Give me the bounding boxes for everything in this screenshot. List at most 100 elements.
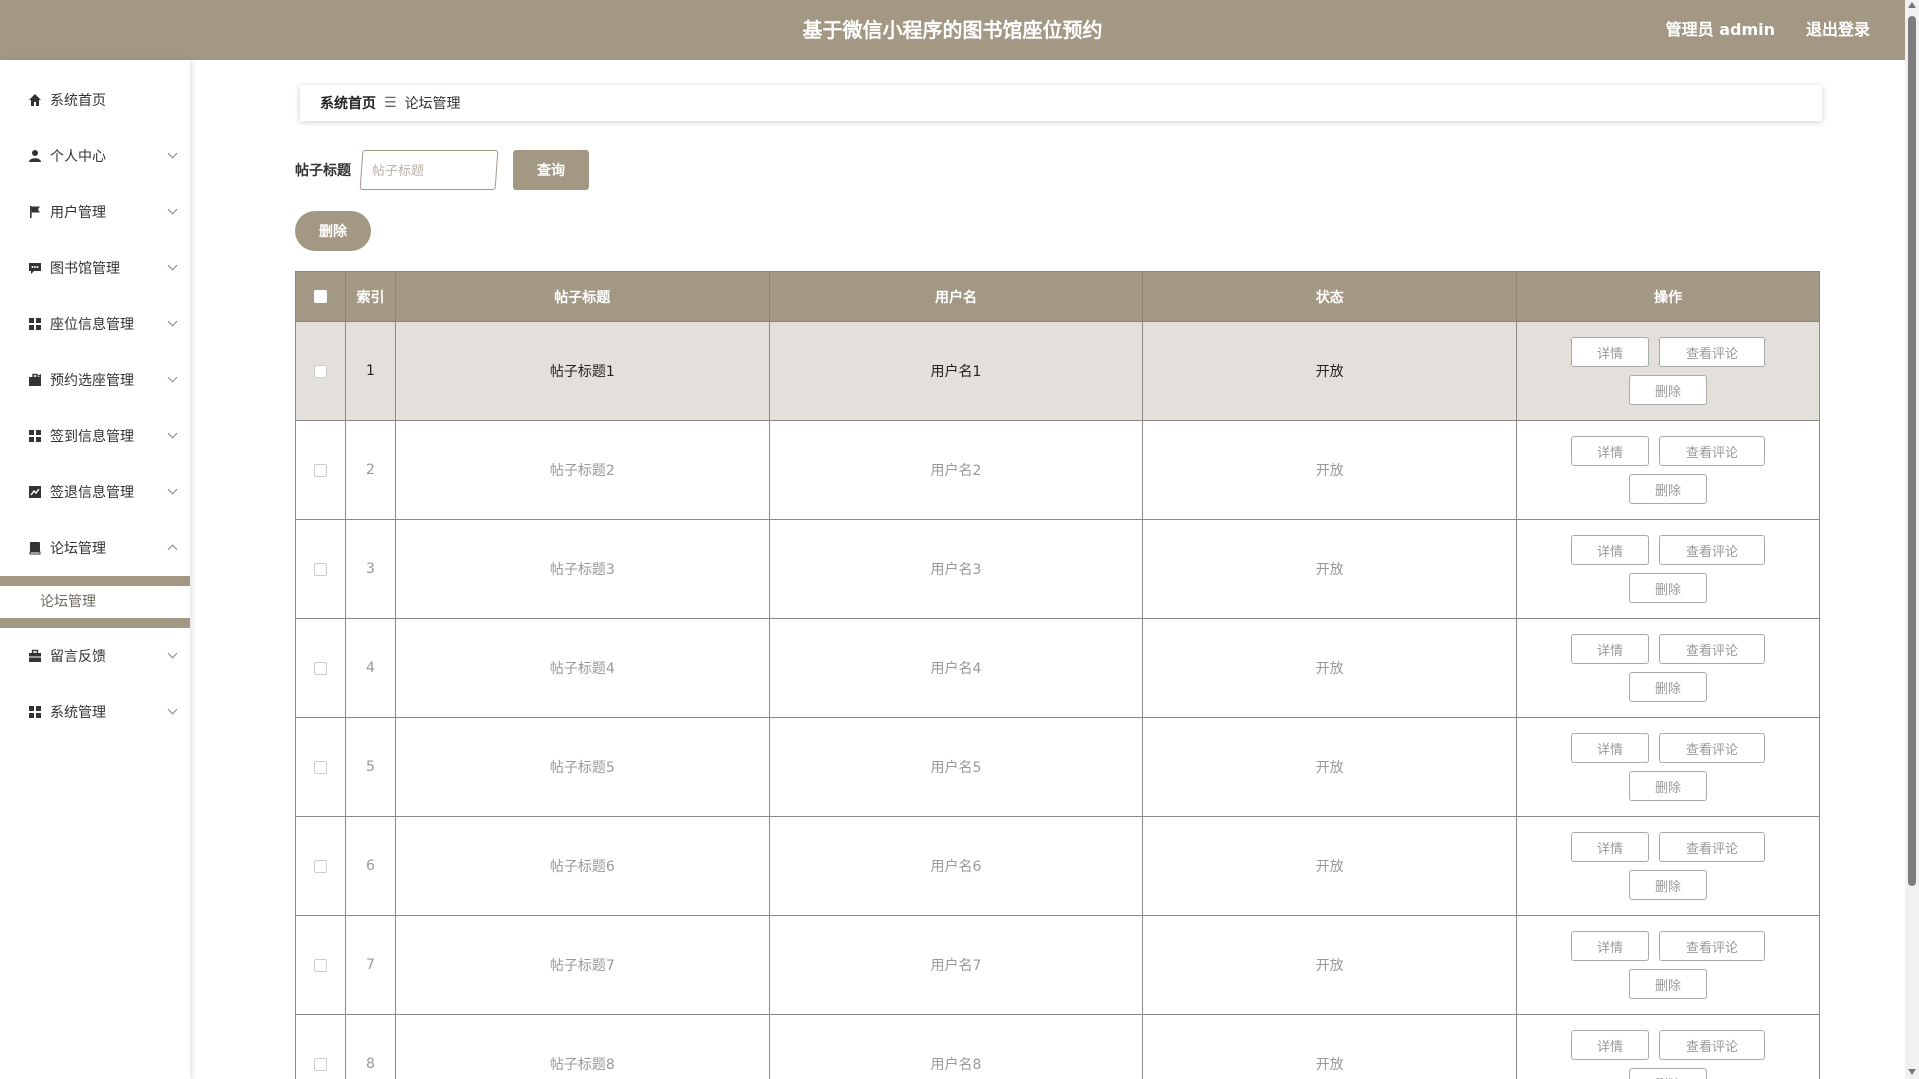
column-header-title: 帖子标题: [394, 271, 770, 322]
cell-username: 用户名3: [768, 519, 1144, 619]
row-checkbox[interactable]: [313, 364, 327, 378]
breadcrumb-home-link[interactable]: 系统首页: [320, 93, 376, 113]
detail-button[interactable]: 详情: [1571, 931, 1650, 961]
table-row[interactable]: 4 帖子标题4 用户名4 开放 详情 查看评论 删除: [295, 618, 1820, 718]
table-row[interactable]: 3 帖子标题3 用户名3 开放 详情 查看评论 删除: [295, 519, 1820, 619]
row-delete-button[interactable]: 删除: [1629, 474, 1708, 504]
row-actions-top: 详情 查看评论: [1571, 733, 1766, 763]
sidebar-item-label: 系统管理: [50, 705, 106, 721]
cell-index: 8: [344, 1014, 396, 1079]
row-select-cell: [295, 420, 346, 520]
row-checkbox[interactable]: [313, 1057, 327, 1071]
detail-button[interactable]: 详情: [1571, 832, 1650, 862]
cell-username: 用户名5: [768, 717, 1144, 817]
sidebar-item-forum[interactable]: 论坛管理: [0, 520, 190, 576]
row-checkbox[interactable]: [313, 760, 327, 774]
table-row[interactable]: 6 帖子标题6 用户名6 开放 详情 查看评论 删除: [295, 816, 1820, 916]
table-row[interactable]: 1 帖子标题1 用户名1 开放 详情 查看评论 删除: [295, 321, 1820, 421]
breadcrumb-current: 论坛管理: [404, 96, 461, 112]
detail-button[interactable]: 详情: [1571, 634, 1650, 664]
select-all-checkbox[interactable]: [313, 290, 327, 303]
row-delete-button[interactable]: 删除: [1629, 375, 1708, 405]
chevron-down-icon: [167, 428, 178, 439]
view-comments-button[interactable]: 查看评论: [1659, 337, 1766, 367]
table-row[interactable]: 2 帖子标题2 用户名2 开放 详情 查看评论 删除: [295, 420, 1820, 520]
detail-button[interactable]: 详情: [1571, 436, 1650, 466]
row-delete-button[interactable]: 删除: [1629, 672, 1708, 702]
cell-title: 帖子标题6: [394, 816, 770, 916]
detail-button[interactable]: 详情: [1571, 535, 1650, 565]
sidebar-item-seat-info[interactable]: 座位信息管理: [0, 296, 190, 352]
detail-button[interactable]: 详情: [1571, 733, 1650, 763]
column-header-index: 索引: [344, 271, 396, 322]
row-checkbox[interactable]: [313, 661, 327, 675]
sidebar-item-home[interactable]: 系统首页: [0, 72, 190, 128]
page-scrollbar[interactable]: [1905, 0, 1919, 1079]
flag-icon: [28, 205, 42, 219]
row-select-cell: [295, 816, 346, 916]
cell-username: 用户名7: [768, 915, 1144, 1015]
row-checkbox[interactable]: [313, 958, 327, 972]
row-delete-button[interactable]: 删除: [1629, 573, 1708, 603]
row-checkbox[interactable]: [313, 859, 327, 873]
detail-button[interactable]: 详情: [1571, 1030, 1650, 1060]
table-row[interactable]: 5 帖子标题5 用户名5 开放 详情 查看评论 删除: [295, 717, 1820, 817]
row-select-cell: [295, 1014, 346, 1079]
scrollbar-thumb[interactable]: [1908, 16, 1916, 886]
sidebar-item-system-management[interactable]: 系统管理: [0, 684, 190, 740]
breadcrumb: 系统首页 ☰ 论坛管理: [300, 85, 1822, 121]
chevron-down-icon: [167, 316, 178, 327]
cell-title: 帖子标题3: [394, 519, 770, 619]
search-label: 帖子标题: [295, 163, 351, 179]
view-comments-button[interactable]: 查看评论: [1659, 832, 1766, 862]
view-comments-button[interactable]: 查看评论: [1659, 733, 1766, 763]
submenu-item-forum-management[interactable]: 论坛管理: [0, 586, 190, 618]
view-comments-button[interactable]: 查看评论: [1659, 535, 1766, 565]
briefcase-icon: [28, 649, 42, 663]
column-header-status: 状态: [1142, 271, 1518, 322]
view-comments-button[interactable]: 查看评论: [1659, 634, 1766, 664]
row-select-cell: [295, 618, 346, 718]
view-comments-button[interactable]: 查看评论: [1659, 931, 1766, 961]
cell-title: 帖子标题4: [394, 618, 770, 718]
row-delete-button[interactable]: 删除: [1629, 1068, 1708, 1079]
grid-icon: [28, 705, 42, 719]
row-actions-top: 详情 查看评论: [1571, 337, 1766, 367]
query-button[interactable]: 查询: [513, 150, 589, 190]
table-row[interactable]: 7 帖子标题7 用户名7 开放 详情 查看评论 删除: [295, 915, 1820, 1015]
cell-title: 帖子标题1: [394, 321, 770, 421]
select-all-cell: [295, 271, 346, 322]
row-checkbox[interactable]: [313, 463, 327, 477]
row-delete-button[interactable]: 删除: [1629, 771, 1708, 801]
row-delete-button[interactable]: 删除: [1629, 969, 1708, 999]
sidebar-item-reservation[interactable]: 预约选座管理: [0, 352, 190, 408]
grid-icon: [28, 317, 42, 331]
row-delete-button[interactable]: 删除: [1629, 870, 1708, 900]
post-title-search-input[interactable]: [359, 150, 499, 190]
row-checkbox[interactable]: [313, 562, 327, 576]
top-bar: 基于微信小程序的图书馆座位预约 管理员 admin 退出登录: [0, 0, 1905, 60]
sidebar-item-feedback[interactable]: 留言反馈: [0, 628, 190, 684]
table-row[interactable]: 8帖子标题8用户名8开放详情查看评论删除: [295, 1014, 1820, 1079]
detail-button[interactable]: 详情: [1571, 337, 1650, 367]
sidebar-item-checkout[interactable]: 签退信息管理: [0, 464, 190, 520]
scroll-down-arrow-icon[interactable]: [1908, 1069, 1916, 1075]
cell-actions: 详情查看评论删除: [1516, 420, 1820, 520]
sidebar-item-user-management[interactable]: 用户管理: [0, 184, 190, 240]
sidebar-item-checkin[interactable]: 签到信息管理: [0, 408, 190, 464]
comment-icon: [28, 261, 42, 275]
sidebar-item-personal-center[interactable]: 个人中心: [0, 128, 190, 184]
sidebar-item-label: 签到信息管理: [50, 429, 134, 445]
row-select-cell: [295, 915, 346, 1015]
scroll-up-arrow-icon[interactable]: [1908, 2, 1916, 8]
batch-delete-button[interactable]: 删除: [295, 211, 371, 251]
chevron-down-icon: [167, 148, 178, 159]
logout-button[interactable]: 退出登录: [1806, 0, 1870, 60]
view-comments-button[interactable]: 查看评论: [1659, 436, 1766, 466]
sidebar-item-library-management[interactable]: 图书馆管理: [0, 240, 190, 296]
main-content: 系统首页 ☰ 论坛管理 帖子标题 查询 删除 索引 帖子标题 用户名 状态 操作…: [190, 60, 1905, 1079]
cell-username: 用户名2: [768, 420, 1144, 520]
chevron-down-icon: [167, 704, 178, 715]
view-comments-button[interactable]: 查看评论: [1659, 1030, 1766, 1060]
row-actions: 详情查看评论删除: [1517, 733, 1819, 801]
